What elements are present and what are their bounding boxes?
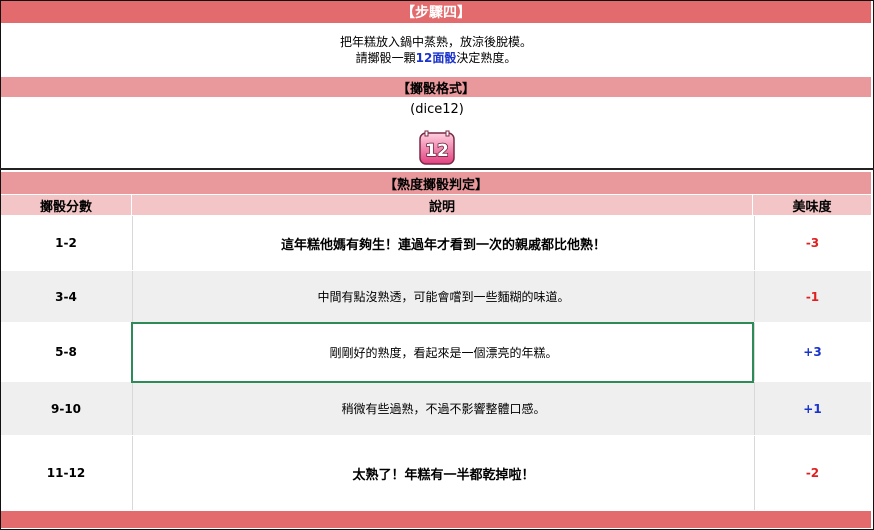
header-description: 說明 [132, 195, 752, 215]
selected-row-highlight [131, 322, 754, 383]
roll-range: 11-12 [46, 466, 86, 480]
step-title: 【步驟四】 [1, 1, 871, 23]
taste-score: +3 [803, 345, 822, 359]
dice-format-title: 【擲骰格式】 [1, 77, 871, 97]
roll-range: 5-8 [55, 345, 77, 359]
roll-range: 9-10 [50, 401, 82, 416]
roll-range: 3-4 [55, 289, 77, 304]
section-divider [0, 168, 874, 170]
result-description: 太熟了！年糕有一半都乾掉啦！ [132, 436, 755, 510]
d12-dice-icon: 12 [419, 130, 455, 165]
table-row: 3-4 中間有點沒熟透，可能會嚐到一些麵糊的味道。 -1 [1, 271, 871, 322]
instruction-line-2: 請擲骰一顆12面骰決定熟度。 [1, 51, 871, 66]
instruction-line-1: 把年糕放入鍋中蒸熟，放涼後脫模。 [339, 35, 532, 49]
result-description: 中間有點沒熟透，可能會嚐到一些麵糊的味道。 [132, 271, 755, 322]
dice-command: (dice12) [410, 102, 464, 117]
judgement-title: 【熟度擲骰判定】 [1, 172, 871, 194]
dice-icon-label: 12 [425, 141, 449, 161]
step-instructions: 把年糕放入鍋中蒸熟，放涼後脫模。 請擲骰一顆12面骰決定熟度。 [1, 24, 871, 76]
table-row: 11-12 太熟了！年糕有一半都乾掉啦！ -2 [1, 436, 871, 510]
header-taste: 美味度 [753, 195, 871, 215]
table-row: 1-2 這年糕他媽有夠生！連過年才看到一次的親戚都比他熟！ -3 [1, 216, 871, 270]
instruction-prefix: 請擲骰一顆 [355, 51, 416, 65]
instruction-suffix: 決定熟度。 [456, 51, 517, 65]
taste-score: -3 [805, 236, 820, 250]
result-description: 這年糕他媽有夠生！連過年才看到一次的親戚都比他熟！ [132, 216, 755, 270]
bottom-bar [1, 511, 871, 528]
dice-type-highlight: 12面骰 [415, 51, 457, 65]
taste-score: -1 [805, 289, 820, 304]
taste-score: +1 [803, 401, 822, 416]
result-description: 稍微有些過熟，不過不影響整體口感。 [132, 382, 755, 435]
taste-score: -2 [805, 466, 820, 480]
roll-range: 1-2 [55, 236, 77, 250]
header-roll-score: 擲骰分數 [1, 195, 131, 215]
table-row: 9-10 稍微有些過熟，不過不影響整體口感。 +1 [1, 382, 871, 435]
